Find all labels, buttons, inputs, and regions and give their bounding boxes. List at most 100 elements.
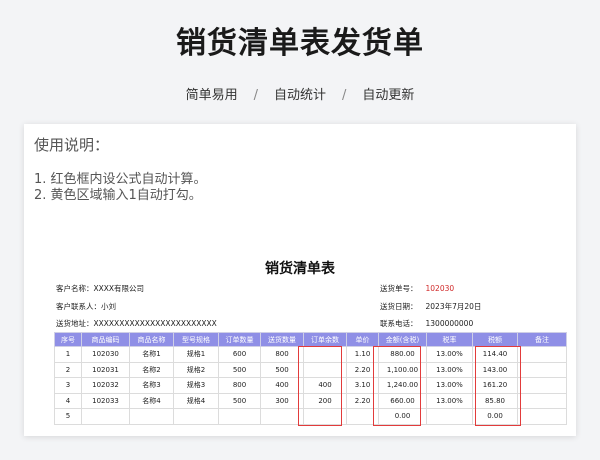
table-cell[interactable] bbox=[303, 408, 347, 425]
table-cell[interactable]: 名称3 bbox=[129, 377, 174, 394]
delivery-table: 序号 商品编码 商品名称 型号规格 订单数量 送货数量 订单余数 单价 金额(含… bbox=[54, 332, 567, 425]
table-cell[interactable]: 13.00% bbox=[426, 377, 473, 394]
tag-easy: 简单易用 bbox=[185, 88, 238, 103]
phone-label: 联系电话： bbox=[380, 319, 418, 328]
table-cell[interactable]: 102033 bbox=[81, 392, 130, 409]
table-header-row: 序号 商品编码 商品名称 型号规格 订单数量 送货数量 订单余数 单价 金额(含… bbox=[54, 332, 567, 347]
col-header: 序号 bbox=[54, 332, 82, 347]
table-cell[interactable] bbox=[517, 361, 567, 378]
table-cell[interactable]: 400 bbox=[260, 377, 304, 394]
page-title: 销货清单表发货单 bbox=[176, 26, 424, 61]
table-cell[interactable] bbox=[218, 408, 261, 425]
table-cell[interactable] bbox=[303, 346, 347, 363]
table-cell[interactable]: 规格2 bbox=[173, 361, 219, 378]
table-cell[interactable]: 2.20 bbox=[346, 361, 379, 378]
contact: 客户联系人：小刘 bbox=[56, 301, 116, 312]
table-cell[interactable]: 1.10 bbox=[346, 346, 379, 363]
order-no: 送货单号： 102030 bbox=[380, 283, 454, 294]
table-cell[interactable]: 规格4 bbox=[173, 392, 219, 409]
table-cell[interactable]: 2.20 bbox=[346, 392, 379, 409]
table-cell[interactable]: 名称1 bbox=[129, 346, 174, 363]
table-cell[interactable]: 名称4 bbox=[129, 392, 174, 409]
table-cell[interactable]: 规格3 bbox=[173, 377, 219, 394]
order-no-value: 102030 bbox=[425, 284, 455, 293]
date-value: 2023年7月20日 bbox=[425, 302, 482, 311]
customer-name: 客户名称：XXXX有限公司 bbox=[56, 283, 144, 294]
table-cell[interactable]: 660.00 bbox=[378, 392, 427, 409]
table-row: 3 102032 名称3 规格3 800 400 400 3.10 1,240.… bbox=[54, 377, 567, 394]
table-cell[interactable]: 161.20 bbox=[472, 377, 518, 394]
table-cell[interactable]: 880.00 bbox=[378, 346, 427, 363]
separator: / bbox=[253, 88, 258, 103]
col-header: 型号规格 bbox=[173, 332, 219, 347]
table-cell[interactable] bbox=[517, 408, 567, 425]
tag-auto-stat: 自动统计 bbox=[273, 88, 326, 103]
col-header: 税额 bbox=[472, 332, 518, 347]
table-cell[interactable] bbox=[426, 408, 473, 425]
col-header: 金额(含税) bbox=[378, 332, 427, 347]
phone-value: 1300000000 bbox=[425, 319, 474, 328]
col-header: 订单余数 bbox=[303, 332, 347, 347]
table-row: 4 102033 名称4 规格4 500 300 200 2.20 660.00… bbox=[54, 392, 567, 409]
table-cell[interactable]: 13.00% bbox=[426, 361, 473, 378]
usage-item: 2. 黄色区域输入1自动打勾。 bbox=[34, 188, 202, 203]
customer-name-value: XXXX有限公司 bbox=[93, 284, 145, 293]
table-cell[interactable]: 1 bbox=[54, 346, 82, 363]
table-cell[interactable]: 800 bbox=[260, 346, 304, 363]
table-cell[interactable]: 规格1 bbox=[173, 346, 219, 363]
table-cell[interactable]: 0.00 bbox=[472, 408, 518, 425]
table-cell[interactable] bbox=[303, 361, 347, 378]
tag-auto-update: 自动更新 bbox=[362, 88, 415, 103]
table-cell[interactable]: 2 bbox=[54, 361, 82, 378]
col-header: 送货数量 bbox=[260, 332, 304, 347]
table-cell[interactable]: 1,240.00 bbox=[378, 377, 427, 394]
table-cell[interactable]: 102032 bbox=[81, 377, 130, 394]
table-cell[interactable] bbox=[517, 377, 567, 394]
contact-value: 小刘 bbox=[101, 302, 116, 311]
table-cell[interactable]: 600 bbox=[218, 346, 261, 363]
usage-list: 1. 红色框内设公式自动计算。 2. 黄色区域输入1自动打勾。 bbox=[34, 172, 207, 204]
table-cell[interactable]: 85.80 bbox=[472, 392, 518, 409]
table-cell[interactable]: 102030 bbox=[81, 346, 130, 363]
table-cell[interactable] bbox=[81, 408, 130, 425]
usage-title: 使用说明： bbox=[34, 136, 110, 154]
table-cell[interactable]: 200 bbox=[303, 392, 347, 409]
col-header: 单价 bbox=[346, 332, 379, 347]
table-cell[interactable]: 800 bbox=[218, 377, 261, 394]
table-cell[interactable]: 500 bbox=[260, 361, 304, 378]
table-cell[interactable]: 300 bbox=[260, 392, 304, 409]
table-cell[interactable]: 13.00% bbox=[426, 346, 473, 363]
table-cell[interactable]: 0.00 bbox=[378, 408, 427, 425]
table-cell[interactable]: 114.40 bbox=[472, 346, 518, 363]
table-cell[interactable]: 13.00% bbox=[426, 392, 473, 409]
table-cell[interactable]: 500 bbox=[218, 361, 261, 378]
address-value: XXXXXXXXXXXXXXXXXXXXXXXX bbox=[93, 319, 217, 328]
col-header: 备注 bbox=[517, 332, 567, 347]
customer-name-label: 客户名称： bbox=[56, 284, 94, 293]
table-cell[interactable] bbox=[260, 408, 304, 425]
table-cell[interactable]: 400 bbox=[303, 377, 347, 394]
table-cell[interactable]: 500 bbox=[218, 392, 261, 409]
order-no-label: 送货单号： bbox=[380, 284, 418, 293]
table-cell[interactable] bbox=[173, 408, 219, 425]
sheet-title: 销货清单表 bbox=[265, 261, 335, 277]
table-cell[interactable]: 143.00 bbox=[472, 361, 518, 378]
table-cell[interactable] bbox=[517, 392, 567, 409]
table-cell[interactable]: 3.10 bbox=[346, 377, 379, 394]
table-cell[interactable] bbox=[517, 346, 567, 363]
col-header: 商品名称 bbox=[129, 332, 174, 347]
address: 送货地址：XXXXXXXXXXXXXXXXXXXXXXXX bbox=[56, 318, 217, 329]
col-header: 税率 bbox=[426, 332, 473, 347]
table-cell[interactable]: 5 bbox=[54, 408, 82, 425]
contact-label: 客户联系人： bbox=[56, 302, 101, 311]
table-cell[interactable] bbox=[346, 408, 379, 425]
table-cell[interactable] bbox=[129, 408, 174, 425]
table-cell[interactable]: 3 bbox=[54, 377, 82, 394]
table-cell[interactable]: 名称2 bbox=[129, 361, 174, 378]
usage-item: 1. 红色框内设公式自动计算。 bbox=[34, 172, 207, 187]
table-cell[interactable]: 1,100.00 bbox=[378, 361, 427, 378]
table-cell[interactable]: 4 bbox=[54, 392, 82, 409]
table-cell[interactable]: 102031 bbox=[81, 361, 130, 378]
delivery-date: 送货日期： 2023年7月20日 bbox=[380, 301, 481, 312]
address-label: 送货地址： bbox=[56, 319, 94, 328]
